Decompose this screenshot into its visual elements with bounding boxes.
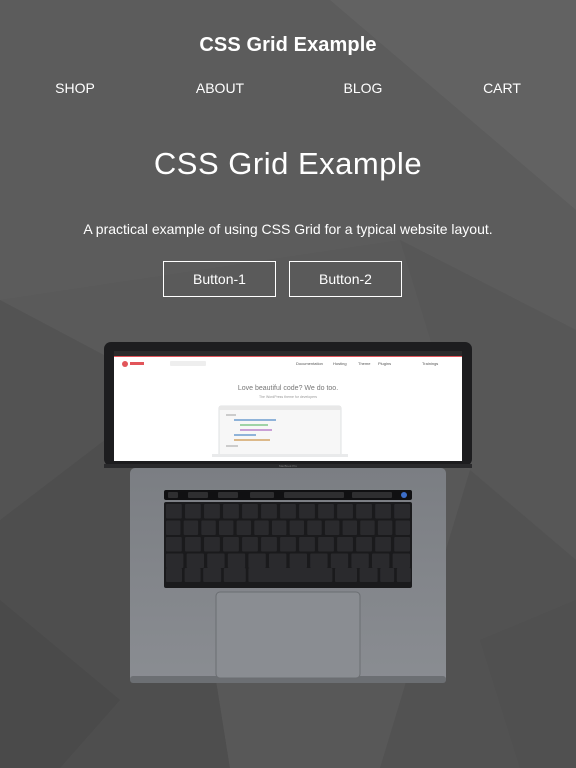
hero-description: A practical example of using CSS Grid fo… [83, 221, 493, 237]
screen-nav-item: Plugins [378, 361, 391, 366]
nav-link-blog[interactable]: BLOG [323, 80, 403, 96]
button-1[interactable]: Button-1 [163, 261, 276, 297]
nav-link-cart[interactable]: CART [462, 80, 542, 96]
trackpad [215, 591, 361, 679]
bezel-label: MacBook Pro [279, 464, 297, 468]
nav-link-shop[interactable]: SHOP [35, 80, 115, 96]
site-title: CSS Grid Example [199, 34, 377, 56]
screen-nav-item: Documentation [296, 361, 323, 366]
screen-headline: Love beautiful code? We do too. [238, 385, 338, 392]
button-2[interactable]: Button-2 [289, 261, 402, 297]
screen-nav-item: Theme [358, 361, 371, 366]
hero-title: CSS Grid Example [153, 146, 423, 181]
screen-nav-item: Trainings [422, 361, 438, 366]
main-nav: SHOP ABOUT BLOG CART [0, 80, 576, 98]
laptop-image: Documentation Hosting Theme Plugins Trai… [100, 340, 476, 690]
nav-link-about[interactable]: ABOUT [180, 80, 260, 96]
screen-nav-item: Hosting [333, 361, 347, 366]
screen-subline: The WordPress theme for developers [259, 395, 317, 399]
page: CSS Grid Example SHOP ABOUT BLOG CART CS… [0, 0, 576, 768]
